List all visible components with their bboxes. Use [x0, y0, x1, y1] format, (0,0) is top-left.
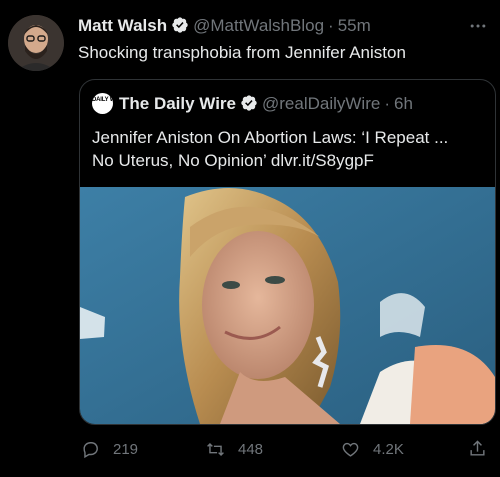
- quoted-tweet-text: Jennifer Aniston On Abortion Laws: ‘I Re…: [92, 126, 484, 172]
- quoted-tweet[interactable]: DAILY WIRE The Daily Wire @realDailyWire·6…: [79, 79, 496, 425]
- daily-wire-logo: DAILY WIRE: [92, 93, 113, 114]
- more-icon[interactable]: [468, 16, 488, 39]
- verified-badge-icon: [240, 94, 258, 112]
- avatar[interactable]: [8, 15, 64, 71]
- verified-badge-icon: [171, 16, 189, 34]
- reply-count: 219: [113, 441, 139, 458]
- dot-separator: ·: [328, 16, 334, 35]
- logo-text: DAILY WIRE: [92, 97, 113, 103]
- author-name[interactable]: Matt Walsh: [78, 16, 167, 35]
- tweet-text: Shocking transphobia from Jennifer Anist…: [78, 43, 406, 62]
- like-count: 4.2K: [373, 441, 404, 458]
- quoted-tweet-image[interactable]: [80, 187, 495, 424]
- quoted-author-name: The Daily Wire: [119, 94, 236, 113]
- tweet-header: Matt Walsh @MattWalshBlog · 55m: [78, 15, 371, 37]
- quoted-tweet-header: DAILY WIRE The Daily Wire @realDailyWire·6…: [92, 93, 413, 115]
- dot-separator: ·: [384, 94, 390, 113]
- author-handle[interactable]: @MattWalshBlog: [193, 16, 324, 35]
- quoted-author-handle: @realDailyWire: [262, 94, 381, 113]
- retweet-button[interactable]: 448: [206, 440, 263, 459]
- reply-button[interactable]: 219: [81, 440, 138, 459]
- quoted-timestamp: 6h: [394, 94, 413, 113]
- quoted-text-line-1: Jennifer Aniston On Abortion Laws: ‘I Re…: [92, 128, 449, 147]
- share-icon: [470, 440, 485, 456]
- quoted-text-line-2: No Uterus, No Opinion’ dlvr.it/S8ygpF: [92, 151, 374, 170]
- share-button[interactable]: [468, 439, 487, 463]
- tweet[interactable]: Matt Walsh @MattWalshBlog · 55m Shocking tr…: [0, 0, 500, 477]
- heart-icon: [342, 442, 359, 457]
- retweet-count: 448: [238, 441, 264, 458]
- timestamp[interactable]: 55m: [338, 16, 371, 35]
- reply-icon: [83, 442, 98, 459]
- like-button[interactable]: 4.2K: [341, 440, 404, 459]
- tweet-actions: 219 448 4.2K: [0, 436, 500, 466]
- retweet-icon: [207, 442, 224, 457]
